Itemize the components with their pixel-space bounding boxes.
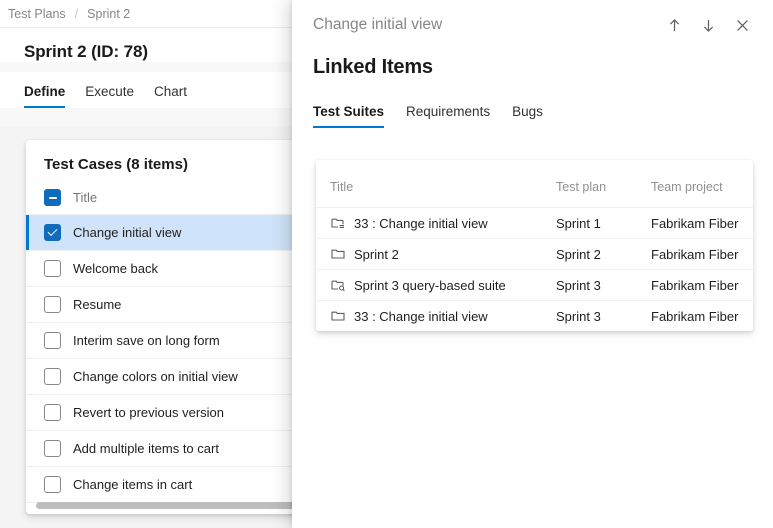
test-case-title: Change initial view — [73, 225, 182, 240]
static-suite-icon — [330, 215, 346, 231]
tab-requirements[interactable]: Requirements — [406, 104, 490, 128]
column-header-test-plan[interactable]: Test plan — [556, 166, 651, 208]
row-checkbox[interactable] — [44, 260, 61, 277]
test-case-row[interactable]: Revert to previous version — [26, 395, 310, 431]
test-case-row[interactable]: Interim save on long form — [26, 323, 310, 359]
panel-title: Linked Items — [313, 56, 433, 78]
row-checkbox[interactable] — [44, 368, 61, 385]
cell-title: 33 : Change initial view — [316, 207, 556, 239]
test-plan-page: Test Plans / Sprint 2 Sprint 2 (ID: 78) … — [0, 0, 310, 528]
row-checkbox[interactable] — [44, 404, 61, 421]
cell-title: Sprint 2 — [316, 238, 556, 270]
cell-title: Sprint 3 query-based suite — [316, 269, 556, 301]
table-head: Title Test plan Team project — [316, 166, 753, 208]
cell-test-plan: Sprint 3 — [556, 269, 651, 301]
select-all-checkbox[interactable] — [44, 189, 61, 206]
cell-team-project: Fabrikam Fiber — [651, 238, 753, 270]
cell-team-project: Fabrikam Fiber — [651, 308, 739, 324]
tab-execute[interactable]: Execute — [85, 84, 134, 108]
panel-body: Linked Items Test Suites Requirements Bu… — [292, 50, 773, 128]
table-row[interactable]: 33 : Change initial view Sprint 3 Fabrik… — [316, 301, 753, 332]
table-body: 33 : Change initial view Sprint 1 Fabrik… — [316, 207, 753, 332]
linked-items-panel: Change initial view Linked Items Test Su… — [292, 0, 773, 528]
panel-tabs: Test Suites Requirements Bugs — [313, 98, 773, 128]
breadcrumb-separator: / — [74, 6, 79, 21]
row-checkbox[interactable] — [44, 296, 61, 313]
table-row[interactable]: Sprint 2 Sprint 2 Fabrikam Fiber — [316, 238, 753, 270]
test-case-title: Welcome back — [73, 261, 159, 276]
tab-test-suites[interactable]: Test Suites — [313, 104, 385, 128]
folder-suite-icon — [330, 308, 346, 324]
arrow-up-icon — [666, 17, 683, 34]
indeterminate-dash-icon — [48, 196, 57, 199]
app-root: Test Plans / Sprint 2 Sprint 2 (ID: 78) … — [0, 0, 773, 528]
next-item-button[interactable] — [691, 8, 725, 42]
breadcrumb: Test Plans / Sprint 2 — [0, 0, 310, 28]
close-panel-button[interactable] — [725, 8, 759, 42]
column-header-title: Title — [73, 190, 98, 205]
breadcrumb-root[interactable]: Test Plans — [8, 7, 66, 21]
cell-team-project: Fabrikam Fiber — [651, 269, 753, 301]
column-header-title[interactable]: Title — [316, 166, 556, 208]
breadcrumb-current[interactable]: Sprint 2 — [87, 7, 130, 21]
test-case-title: Add multiple items to cart — [73, 441, 219, 456]
test-case-title: Change items in cart — [73, 477, 193, 492]
test-case-row[interactable]: Change colors on initial view — [26, 359, 310, 395]
folder-suite-icon — [330, 246, 346, 262]
linked-items-table-card: Title Test plan Team project 33: Change… — [316, 160, 753, 331]
test-case-row[interactable]: Resume — [26, 287, 310, 323]
close-icon — [734, 17, 751, 34]
cell-team-project: Fabrikam Fiber — [651, 207, 753, 239]
panel-header: Change initial view — [292, 0, 773, 50]
test-cases-select-all-row[interactable]: Title — [26, 181, 310, 215]
cell-test-plan: Sprint 3 — [556, 308, 601, 324]
linked-item-title: 33 : Change initial view — [354, 215, 488, 231]
panel-header-title: Change initial view — [313, 16, 443, 33]
table-header-row: Title Test plan Team project — [316, 166, 753, 208]
query-based-suite-icon — [330, 277, 346, 293]
page-header: Sprint 2 (ID: 78) — [0, 28, 310, 62]
test-case-row[interactable]: Welcome back — [26, 251, 310, 287]
tab-bugs[interactable]: Bugs — [512, 104, 543, 128]
page-tabs: Define Execute Chart — [0, 72, 310, 108]
test-case-row[interactable]: Change items in cart — [26, 467, 310, 503]
test-cases-card: Test Cases (8 items) Title Change initia… — [26, 140, 310, 514]
table-row[interactable]: Sprint 3 query-based suite Sprint 3 Fabr… — [316, 269, 753, 301]
page-title: Sprint 2 (ID: 78) — [24, 42, 148, 61]
linked-item-title: Sprint 2 — [354, 246, 399, 262]
row-checkbox[interactable] — [44, 332, 61, 349]
linked-item-title: Sprint 3 query-based suite — [354, 277, 506, 293]
test-case-row[interactable]: Change initial view — [26, 215, 310, 251]
checkmark-icon — [47, 226, 58, 237]
test-cases-header: Test Cases (8 items) — [44, 156, 188, 173]
test-case-row[interactable]: Add multiple items to cart — [26, 431, 310, 467]
cell-test-plan: Sprint 2 — [556, 238, 651, 270]
arrow-down-icon — [700, 17, 717, 34]
row-checkbox[interactable] — [44, 476, 61, 493]
previous-item-button[interactable] — [657, 8, 691, 42]
tab-define[interactable]: Define — [24, 84, 66, 108]
test-case-title: Revert to previous version — [73, 405, 225, 420]
row-checkbox[interactable] — [44, 440, 61, 457]
linked-items-table: Title Test plan Team project 33: Change… — [316, 166, 753, 331]
horizontal-scrollbar[interactable] — [36, 502, 310, 509]
linked-item-title: 33 : Change initial view — [354, 308, 488, 324]
row-checkbox[interactable] — [44, 224, 61, 241]
cell-title: 33 : Change initial view — [316, 301, 556, 332]
tab-chart[interactable]: Chart — [154, 84, 187, 108]
test-case-title: Change colors on initial view — [73, 369, 238, 384]
cell-test-plan: Sprint 1 — [556, 207, 651, 239]
column-header-team-project[interactable]: Team project — [651, 166, 753, 208]
table-row[interactable]: 33 : Change initial view Sprint 1 Fabrik… — [316, 207, 753, 239]
test-cases-area: Test Cases (8 items) Title Change initia… — [0, 126, 310, 528]
test-case-title: Resume — [73, 297, 122, 312]
test-case-title: Interim save on long form — [73, 333, 220, 348]
